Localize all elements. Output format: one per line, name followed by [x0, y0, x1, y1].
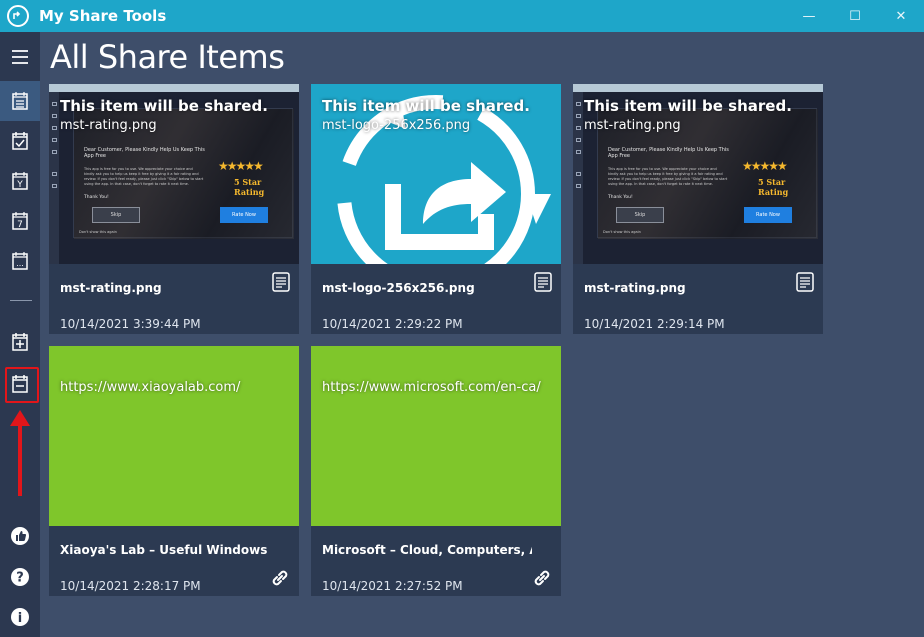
item-name: mst-rating.png — [60, 281, 162, 295]
thumb-rating: 5 Star Rating — [758, 177, 789, 197]
thumb-body: This app is free for you to use. We appr… — [608, 167, 728, 186]
thumb-heading: Dear Customer, Please Kindly Help Us Kee… — [84, 147, 205, 159]
item-date: 10/14/2021 2:28:17 PM — [60, 579, 201, 593]
item-date: 10/14/2021 3:39:44 PM — [60, 317, 201, 331]
thumb-thanks: Thank You! — [608, 195, 633, 200]
item-overlay-subtitle: mst-logo-256x256.png — [322, 118, 471, 133]
calendar-year-icon[interactable]: Y — [0, 161, 40, 201]
app-logo-icon — [7, 5, 29, 27]
thumb-rating: 5 Star Rating — [234, 177, 265, 197]
item-overlay-title: This item will be shared. — [322, 97, 530, 115]
maximize-button[interactable]: ☐ — [832, 0, 878, 32]
item-date: 10/14/2021 2:27:52 PM — [322, 579, 463, 593]
minimize-button[interactable]: — — [786, 0, 832, 32]
sidebar: Y 7 ... ? i — [0, 32, 40, 637]
item-name: mst-logo-256x256.png — [322, 281, 475, 295]
item-name: Microsoft – Cloud, Computers, Apps... — [322, 543, 532, 557]
item-name: Xiaoya's Lab – Useful Windows Utilit... — [60, 543, 270, 557]
close-button[interactable]: ✕ — [878, 0, 924, 32]
share-item-card[interactable]: Dear Customer, Please Kindly Help Us Kee… — [49, 84, 299, 334]
item-name: mst-rating.png — [584, 281, 686, 295]
calendar-more-icon[interactable]: ... — [0, 241, 40, 281]
item-thumbnail — [311, 346, 561, 526]
item-url: https://www.microsoft.com/en-ca/ — [322, 380, 541, 395]
sidebar-divider — [10, 300, 32, 301]
file-icon — [272, 272, 290, 292]
app-title: My Share Tools — [39, 7, 167, 25]
thumb-rate: Rate Now — [744, 207, 792, 223]
item-url: https://www.xiaoyalab.com/ — [60, 380, 241, 395]
item-date: 10/14/2021 2:29:22 PM — [322, 317, 463, 331]
calendar-week-glyph: 7 — [17, 220, 23, 230]
hamburger-menu-icon[interactable] — [0, 37, 40, 77]
link-icon — [534, 570, 550, 586]
info-icon[interactable]: i — [0, 597, 40, 637]
page-title: All Share Items — [50, 38, 285, 76]
item-overlay-title: This item will be shared. — [60, 97, 268, 115]
thumb-thanks: Thank You! — [84, 195, 109, 200]
highlight-box — [5, 367, 39, 403]
share-item-card[interactable]: Dear Customer, Please Kindly Help Us Kee… — [573, 84, 823, 334]
calendar-week-icon[interactable]: 7 — [0, 201, 40, 241]
thumb-dont-show: Don't show this again — [79, 230, 117, 234]
thumb-dont-show: Don't show this again — [603, 230, 641, 234]
item-date: 10/14/2021 2:29:14 PM — [584, 317, 725, 331]
calendar-check-icon[interactable] — [0, 121, 40, 161]
calendar-year-glyph: Y — [16, 180, 23, 190]
calendar-more-glyph: ... — [16, 259, 24, 268]
thumb-stars: ★★★★★ — [218, 159, 264, 173]
item-overlay-subtitle: mst-rating.png — [60, 118, 157, 133]
link-icon — [272, 570, 288, 586]
item-overlay-subtitle: mst-rating.png — [584, 118, 681, 133]
item-thumbnail — [49, 346, 299, 526]
thumb-heading: Dear Customer, Please Kindly Help Us Kee… — [608, 147, 729, 159]
thumb-stars: ★★★★★ — [742, 159, 788, 173]
title-bar: My Share Tools — ☐ ✕ — [0, 0, 924, 32]
add-item-icon[interactable] — [0, 322, 40, 362]
file-icon — [534, 272, 552, 292]
share-item-card[interactable]: https://www.microsoft.com/en-ca/ Microso… — [311, 346, 561, 596]
thumbs-up-icon[interactable] — [0, 516, 40, 556]
calendar-list-icon[interactable] — [0, 81, 40, 121]
thumb-skip: Skip — [92, 207, 140, 223]
thumb-body: This app is free for you to use. We appr… — [84, 167, 204, 186]
item-overlay-title: This item will be shared. — [584, 97, 792, 115]
thumb-rate: Rate Now — [220, 207, 268, 223]
red-arrow-icon — [10, 410, 30, 496]
file-icon — [796, 272, 814, 292]
share-item-card[interactable]: This item will be shared. mst-logo-256x2… — [311, 84, 561, 334]
help-glyph: ? — [16, 571, 24, 586]
thumb-skip: Skip — [616, 207, 664, 223]
help-icon[interactable]: ? — [0, 557, 40, 597]
info-glyph: i — [18, 611, 22, 626]
share-item-card[interactable]: https://www.xiaoyalab.com/ Xiaoya's Lab … — [49, 346, 299, 596]
